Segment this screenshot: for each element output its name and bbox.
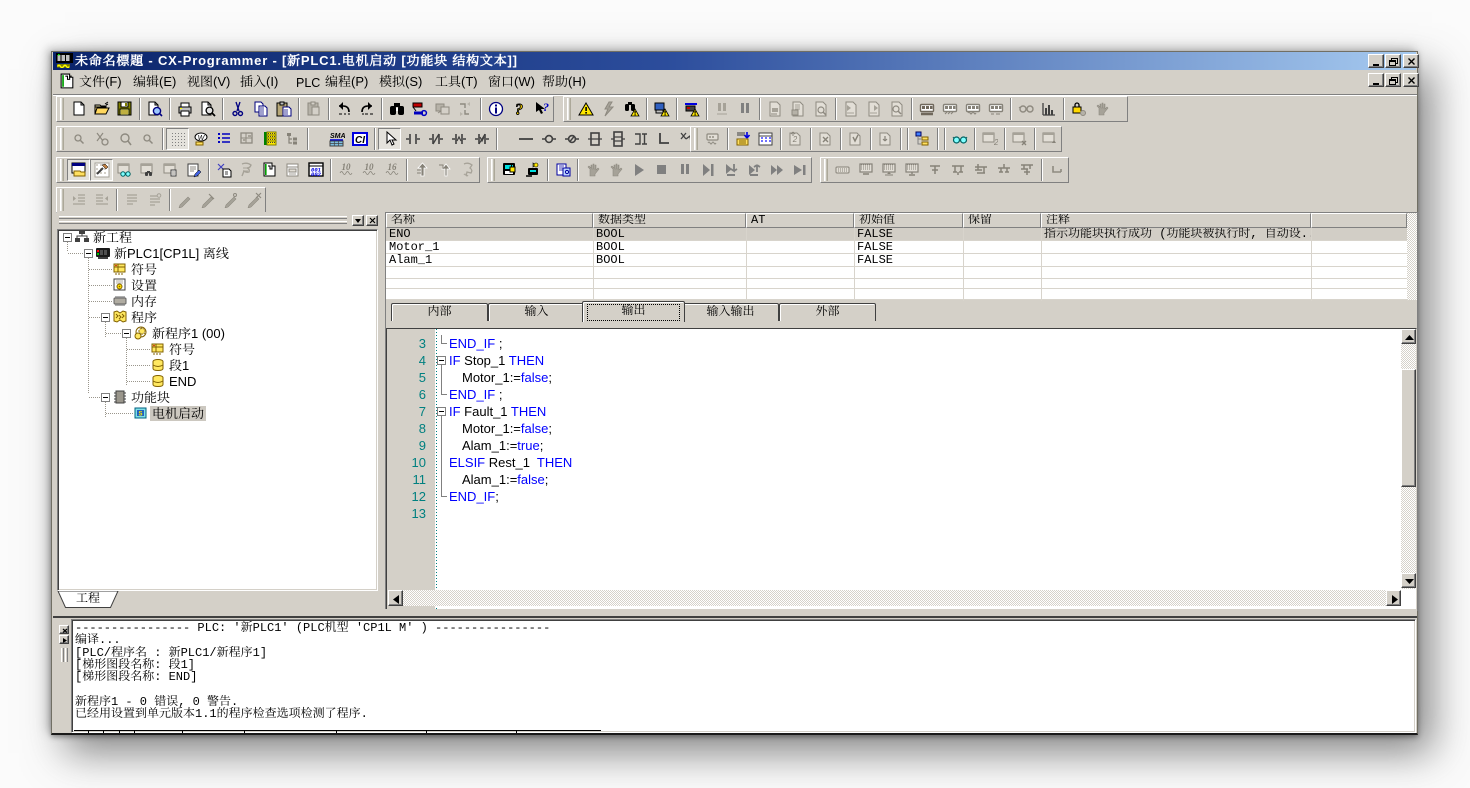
svg-text:2: 2	[791, 135, 797, 144]
svg-text:2: 2	[993, 138, 998, 147]
svg-text:S: S	[138, 412, 142, 418]
svg-text:10: 10	[364, 162, 374, 172]
svg-text:16: 16	[387, 162, 397, 172]
svg-text:SMA: SMA	[330, 133, 345, 140]
svg-text:10: 10	[341, 162, 351, 172]
svg-text:?: ?	[543, 101, 549, 114]
svg-text:CI: CI	[355, 135, 365, 146]
svg-text:?: ?	[515, 102, 523, 118]
svg-text:002: 002	[311, 171, 322, 178]
